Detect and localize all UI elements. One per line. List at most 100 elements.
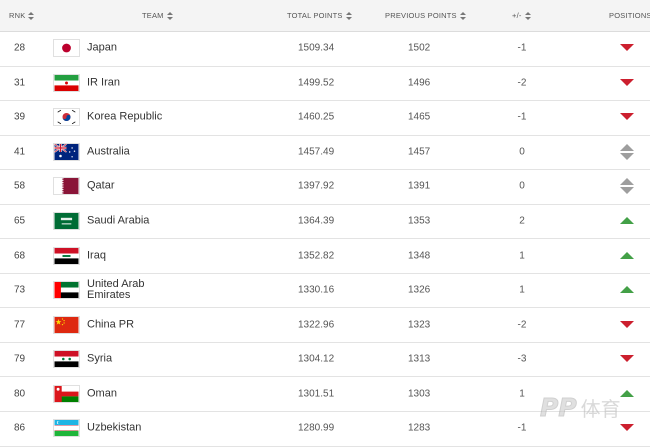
plus-minus-value: -3 — [515, 354, 529, 365]
previous-points-column-header[interactable]: PREVIOUS POINTS — [385, 11, 466, 20]
previous-points-value: 1313 — [408, 354, 430, 365]
table-row[interactable]: 79 Syria 1304.12 1313 -3 — [0, 342, 650, 378]
previous-points-value: 1457 — [408, 146, 430, 157]
total-points-value: 1364.39 — [298, 216, 334, 227]
rank-value: 31 — [14, 77, 25, 88]
total-points-value: 1352.82 — [298, 250, 334, 261]
watermark-latin: PP — [540, 393, 577, 422]
previous-points-value: 1502 — [408, 43, 430, 54]
rank-value: 80 — [14, 388, 25, 399]
team-name-link[interactable]: Qatar — [87, 181, 115, 192]
plus-minus-value: -1 — [515, 43, 529, 54]
sort-icon[interactable] — [460, 12, 466, 20]
total-points-column-header[interactable]: TOTAL POINTS — [287, 11, 352, 20]
rank-value: 77 — [14, 319, 25, 330]
iran-flag-icon — [53, 74, 80, 92]
plus-minus-value: -2 — [515, 77, 529, 88]
plus-minus-column-header[interactable]: +/- — [512, 11, 531, 20]
table-row[interactable]: 41 Australia 1457.49 1457 0 — [0, 135, 650, 171]
rank-value: 39 — [14, 112, 25, 123]
table-row[interactable]: 65Saudi Arabia1364.3913532 — [0, 204, 650, 240]
total-points-value: 1457.49 — [298, 146, 334, 157]
team-name-link[interactable]: Uzbekistan — [87, 423, 141, 434]
japan-flag-icon — [53, 39, 80, 57]
total-points-value: 1322.96 — [298, 319, 334, 330]
table-row[interactable]: 77 China PR 1322.96 1323 -2 — [0, 307, 650, 343]
watermark-logo: PP 体育 — [540, 390, 646, 424]
table-row[interactable]: 58Qatar1397.9213910 — [0, 169, 650, 205]
team-name-link[interactable]: Korea Republic — [87, 112, 162, 123]
total-points-value: 1509.34 — [298, 43, 334, 54]
plus-minus-value: -1 — [515, 112, 529, 123]
previous-points-header-label: PREVIOUS POINTS — [385, 11, 457, 20]
oman-flag-icon — [53, 385, 80, 403]
rank-value: 73 — [14, 285, 25, 296]
plus-minus-value: 0 — [515, 146, 529, 157]
total-points-header-label: TOTAL POINTS — [287, 11, 343, 20]
iraq-flag-icon — [53, 247, 80, 265]
trend-up-icon — [617, 246, 637, 266]
saudi-arabia-flag-icon — [53, 212, 80, 230]
team-name-link[interactable]: Australia — [87, 146, 130, 157]
watermark-chinese: 体育 — [581, 393, 621, 422]
team-name-link[interactable]: Japan — [87, 43, 117, 54]
plus-minus-value: -2 — [515, 319, 529, 330]
rank-header-label: RNK — [9, 11, 25, 20]
previous-points-value: 1283 — [408, 423, 430, 434]
trend-down-icon — [617, 73, 637, 93]
table-row[interactable]: 31IR Iran1499.521496-2 — [0, 66, 650, 102]
total-points-value: 1304.12 — [298, 354, 334, 365]
total-points-value: 1301.51 — [298, 388, 334, 399]
team-name-link[interactable]: Oman — [87, 388, 117, 399]
table-row[interactable]: 28 Japan 1509.34 1502 -1 — [0, 31, 650, 67]
previous-points-value: 1303 — [408, 388, 430, 399]
total-points-value: 1330.16 — [298, 285, 334, 296]
australia-flag-icon — [53, 143, 80, 161]
team-name-link[interactable]: IR Iran — [87, 77, 120, 88]
total-points-value: 1397.92 — [298, 181, 334, 192]
sort-icon[interactable] — [525, 12, 531, 20]
positions-column-header: POSITIONS — [609, 11, 650, 20]
rank-value: 68 — [14, 250, 25, 261]
plus-minus-value: 0 — [515, 181, 529, 192]
trend-up-icon — [617, 211, 637, 231]
trend-down-icon — [617, 315, 637, 335]
team-name-link[interactable]: Saudi Arabia — [87, 216, 149, 227]
china-flag-icon — [53, 316, 80, 334]
team-name-link[interactable]: Syria — [87, 354, 112, 365]
sort-icon[interactable] — [28, 12, 34, 20]
positions-header-label: POSITIONS — [609, 11, 650, 20]
trend-down-icon — [617, 107, 637, 127]
trend-same-icon — [617, 142, 637, 162]
rank-value: 58 — [14, 181, 25, 192]
previous-points-value: 1348 — [408, 250, 430, 261]
rank-value: 41 — [14, 146, 25, 157]
previous-points-value: 1353 — [408, 216, 430, 227]
uae-flag-icon — [53, 281, 80, 299]
plus-minus-value: -1 — [515, 423, 529, 434]
table-row[interactable]: 39Korea Republic1460.251465-1 — [0, 100, 650, 136]
syria-flag-icon — [53, 350, 80, 368]
total-points-value: 1460.25 — [298, 112, 334, 123]
table-header: RNK TEAM TOTAL POINTS PREVIOUS POINTS +/… — [0, 0, 650, 32]
rank-value: 28 — [14, 43, 25, 54]
team-name-link[interactable]: United ArabEmirates — [87, 279, 144, 301]
table-row[interactable]: 68 Iraq 1352.82 1348 1 — [0, 238, 650, 274]
team-name-line-2: Emirates — [87, 289, 130, 301]
korea-flag-icon — [53, 108, 80, 126]
trend-down-icon — [617, 349, 637, 369]
table-row[interactable]: 73United ArabEmirates1330.1613261 — [0, 273, 650, 309]
rank-value: 79 — [14, 354, 25, 365]
team-name-link[interactable]: Iraq — [87, 250, 106, 261]
previous-points-value: 1323 — [408, 319, 430, 330]
total-points-value: 1499.52 — [298, 77, 334, 88]
total-points-value: 1280.99 — [298, 423, 334, 434]
plus-minus-header-label: +/- — [512, 11, 522, 20]
plus-minus-value: 2 — [515, 216, 529, 227]
sort-icon[interactable] — [346, 12, 352, 20]
team-name-link[interactable]: China PR — [87, 319, 134, 330]
plus-minus-value: 1 — [515, 250, 529, 261]
team-column-header[interactable]: TEAM — [142, 11, 173, 20]
rank-column-header[interactable]: RNK — [9, 11, 34, 20]
sort-icon[interactable] — [167, 12, 173, 20]
